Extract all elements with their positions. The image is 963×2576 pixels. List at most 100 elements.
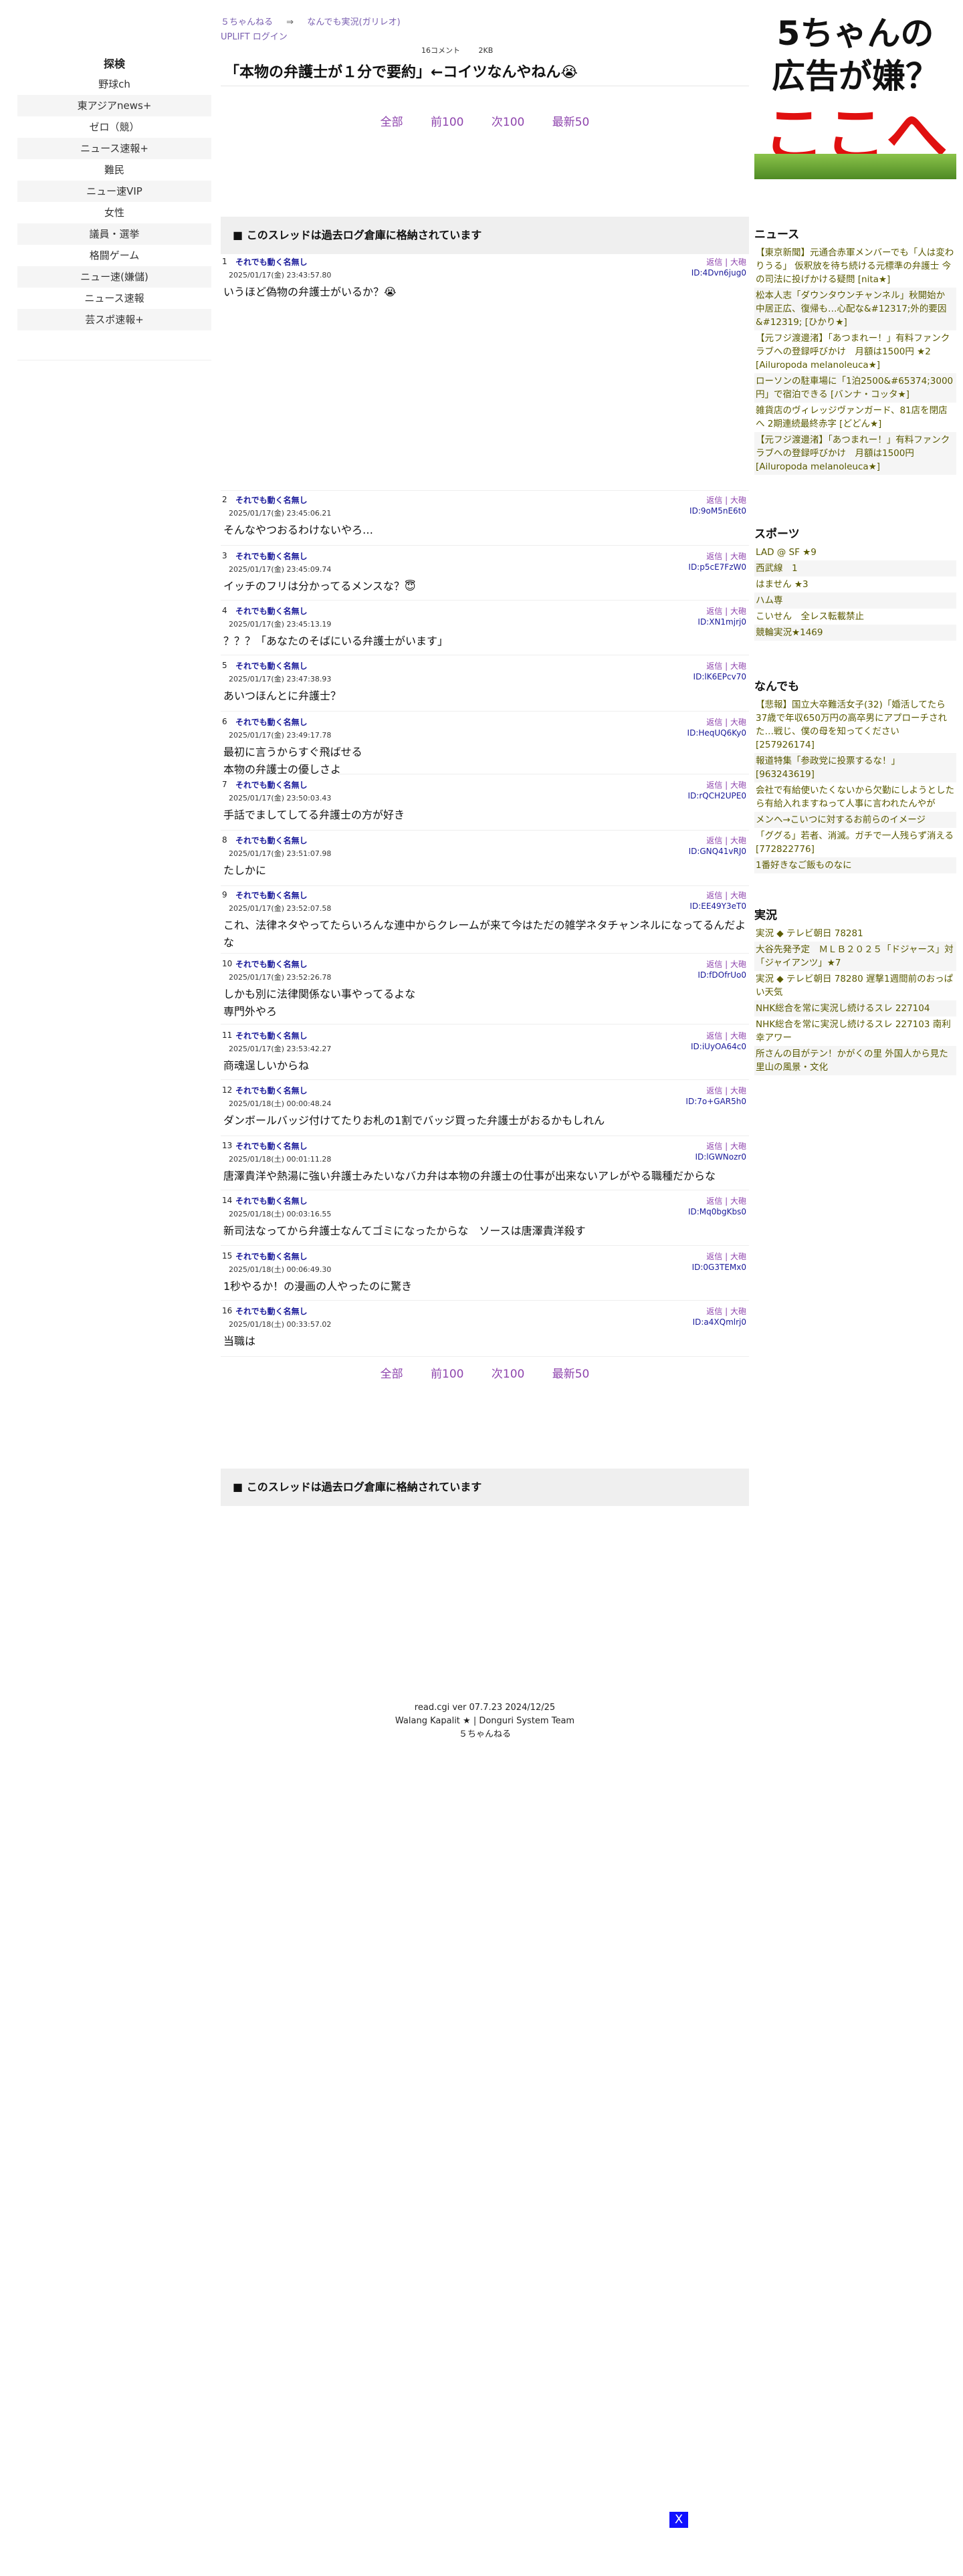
ng-link[interactable]: 大砲	[730, 718, 746, 727]
pager-next-link[interactable]: 次100	[492, 1368, 524, 1381]
ng-link[interactable]: 大砲	[730, 891, 746, 900]
login-link[interactable]: UPLIFT ログイン	[221, 29, 288, 42]
post-author[interactable]: それでも動く名無し	[235, 256, 308, 267]
ng-link[interactable]: 大砲	[730, 607, 746, 616]
ng-link[interactable]: 大砲	[730, 1142, 746, 1151]
left-nav-item[interactable]: 野球ch	[17, 74, 211, 95]
post-id[interactable]: ID:9oM5nE6t0	[689, 506, 746, 516]
reply-link[interactable]: 返信	[706, 1196, 722, 1206]
left-nav-item[interactable]: 議員・選挙	[17, 223, 211, 245]
ng-link[interactable]: 大砲	[730, 496, 746, 505]
left-nav-item[interactable]: 東アジアnews+	[17, 95, 211, 116]
post-author[interactable]: それでも動く名無し	[235, 1140, 308, 1152]
pager-prev-link[interactable]: 前100	[431, 1368, 463, 1381]
post-number[interactable]: 10	[222, 959, 232, 968]
post-id[interactable]: ID:HeqUQ6Ky0	[687, 728, 746, 738]
ng-link[interactable]: 大砲	[730, 1196, 746, 1206]
sports-link[interactable]: はません ★3	[754, 576, 956, 593]
ng-link[interactable]: 大砲	[730, 780, 746, 790]
nandemo-link[interactable]: メンヘ→こいつに対するお前らのイメージ	[754, 812, 956, 828]
reply-link[interactable]: 返信	[706, 780, 722, 790]
left-nav-item[interactable]: 芸スポ速報+	[17, 309, 211, 330]
post-id[interactable]: ID:GNQ41vRJ0	[689, 847, 746, 856]
sports-link[interactable]: 西武線 1	[754, 560, 956, 576]
post-number[interactable]: 15	[222, 1251, 232, 1261]
reply-link[interactable]: 返信	[706, 960, 722, 969]
reply-link[interactable]: 返信	[706, 496, 722, 505]
post-author[interactable]: それでも動く名無し	[235, 1085, 308, 1096]
pager-latest-link[interactable]: 最新50	[552, 1368, 590, 1381]
live-link[interactable]: 大谷先発予定 ＭＬＢ２０２５「ドジャース」対「ジャイアンツ」★7	[754, 942, 956, 971]
news-link[interactable]: 松本人志「ダウンタウンチャンネル」秋開始か 中居正広、復帰も…心配な&#1231…	[754, 288, 956, 330]
pager-all-link[interactable]: 全部	[381, 116, 403, 129]
post-id[interactable]: ID:Mq0bgKbs0	[688, 1207, 746, 1216]
post-number[interactable]: 2	[222, 495, 227, 504]
breadcrumb-home-link[interactable]: ５ちゃんねる	[221, 17, 273, 27]
ng-link[interactable]: 大砲	[730, 552, 746, 561]
nandemo-link[interactable]: 「ググる」若者、消滅。ガチで一人残らず消える [772822776]	[754, 828, 956, 857]
pager-next-link[interactable]: 次100	[492, 116, 524, 129]
ng-link[interactable]: 大砲	[730, 1031, 746, 1041]
reply-link[interactable]: 返信	[706, 1142, 722, 1151]
news-link[interactable]: 雑貨店のヴィレッジヴァンガード、81店を閉店へ 2期連続最終赤字 [どどん★]	[754, 403, 956, 432]
left-nav-item[interactable]: 女性	[17, 202, 211, 223]
post-author[interactable]: それでも動く名無し	[235, 958, 308, 970]
ng-link[interactable]: 大砲	[730, 836, 746, 845]
news-link[interactable]: 【東京新聞】元通合赤軍メンバーでも「人は変わりうる」 仮釈放を待ち続ける元標準の…	[754, 245, 956, 288]
post-id[interactable]: ID:7o+GAR5h0	[685, 1097, 746, 1106]
post-author[interactable]: それでも動く名無し	[235, 889, 308, 901]
close-ad-button[interactable]: X	[669, 2512, 688, 2528]
post-number[interactable]: 1	[222, 257, 227, 266]
reply-link[interactable]: 返信	[706, 836, 722, 845]
post-author[interactable]: それでも動く名無し	[235, 1251, 308, 1262]
left-nav-item[interactable]: ニュー速(嫌儲)	[17, 266, 211, 288]
post-author[interactable]: それでも動く名無し	[235, 779, 308, 790]
ng-link[interactable]: 大砲	[730, 1086, 746, 1095]
post-number[interactable]: 11	[222, 1031, 232, 1040]
post-author[interactable]: それでも動く名無し	[235, 835, 308, 846]
live-link[interactable]: NHK総合を常に実況し続けるスレ 227103 南利幸アワー	[754, 1016, 956, 1046]
post-number[interactable]: 5	[222, 661, 227, 670]
live-link[interactable]: 所さんの目がテン！かがくの里 外国人から見た里山の風景・文化	[754, 1046, 956, 1075]
post-number[interactable]: 9	[222, 890, 227, 899]
sports-link[interactable]: LAD @ SF ★9	[754, 544, 956, 560]
post-number[interactable]: 4	[222, 606, 227, 615]
sports-link[interactable]: こいせん 全レス転載禁止	[754, 609, 956, 625]
left-nav-item[interactable]: 難民	[17, 159, 211, 181]
post-author[interactable]: それでも動く名無し	[235, 550, 308, 562]
post-number[interactable]: 3	[222, 551, 227, 560]
post-id[interactable]: ID:XN1mjrj0	[698, 617, 746, 627]
pager-prev-link[interactable]: 前100	[431, 116, 463, 129]
post-id[interactable]: ID:p5cE7FzW0	[688, 562, 746, 572]
post-id[interactable]: ID:rQCH2UPE0	[688, 791, 746, 800]
post-id[interactable]: ID:4Dvn6jug0	[691, 268, 746, 278]
post-number[interactable]: 14	[222, 1196, 232, 1205]
breadcrumb-board-link[interactable]: なんでも実況(ガリレオ)	[307, 17, 401, 27]
post-author[interactable]: それでも動く名無し	[235, 1030, 308, 1041]
reply-link[interactable]: 返信	[706, 1086, 722, 1095]
nandemo-link[interactable]: 会社で有給使いたくないから欠勤にしようとしたら有給入れますねって人事に言われたん…	[754, 782, 956, 812]
post-number[interactable]: 13	[222, 1141, 232, 1150]
reply-link[interactable]: 返信	[706, 1031, 722, 1041]
post-id[interactable]: ID:lGWNozr0	[695, 1152, 746, 1162]
live-link[interactable]: NHK総合を常に実況し続けるスレ 227104	[754, 1000, 956, 1016]
post-author[interactable]: それでも動く名無し	[235, 660, 308, 671]
nandemo-link[interactable]: 報道特集「参政党に投票するな！」 [963243619]	[754, 753, 956, 782]
ng-link[interactable]: 大砲	[730, 1307, 746, 1316]
post-number[interactable]: 6	[222, 717, 227, 726]
reply-link[interactable]: 返信	[706, 552, 722, 561]
reply-link[interactable]: 返信	[706, 718, 722, 727]
news-link[interactable]: 【元フジ渡邊渚】「あつまれー！」有料ファンクラブへの登録呼びかけ 月額は1500…	[754, 432, 956, 475]
post-author[interactable]: それでも動く名無し	[235, 605, 308, 617]
post-number[interactable]: 16	[222, 1306, 232, 1315]
nandemo-link[interactable]: 【悲報】国立大卒難活女子(32)「婚活してたら37歳で年収650万円の高卒男にア…	[754, 697, 956, 753]
post-id[interactable]: ID:lK6EPcv70	[693, 672, 746, 681]
reply-link[interactable]: 返信	[706, 1307, 722, 1316]
left-nav-item[interactable]: ニュース速報	[17, 288, 211, 309]
ad-banner[interactable]: 5ちゃんの 広告が嫌？ ここへ	[754, 12, 956, 179]
reply-link[interactable]: 返信	[706, 891, 722, 900]
post-id[interactable]: ID:fDOfrUo0	[698, 970, 746, 980]
reply-link[interactable]: 返信	[706, 661, 722, 671]
post-number[interactable]: 7	[222, 780, 227, 789]
left-nav-item[interactable]: ニュース速報+	[17, 138, 211, 159]
